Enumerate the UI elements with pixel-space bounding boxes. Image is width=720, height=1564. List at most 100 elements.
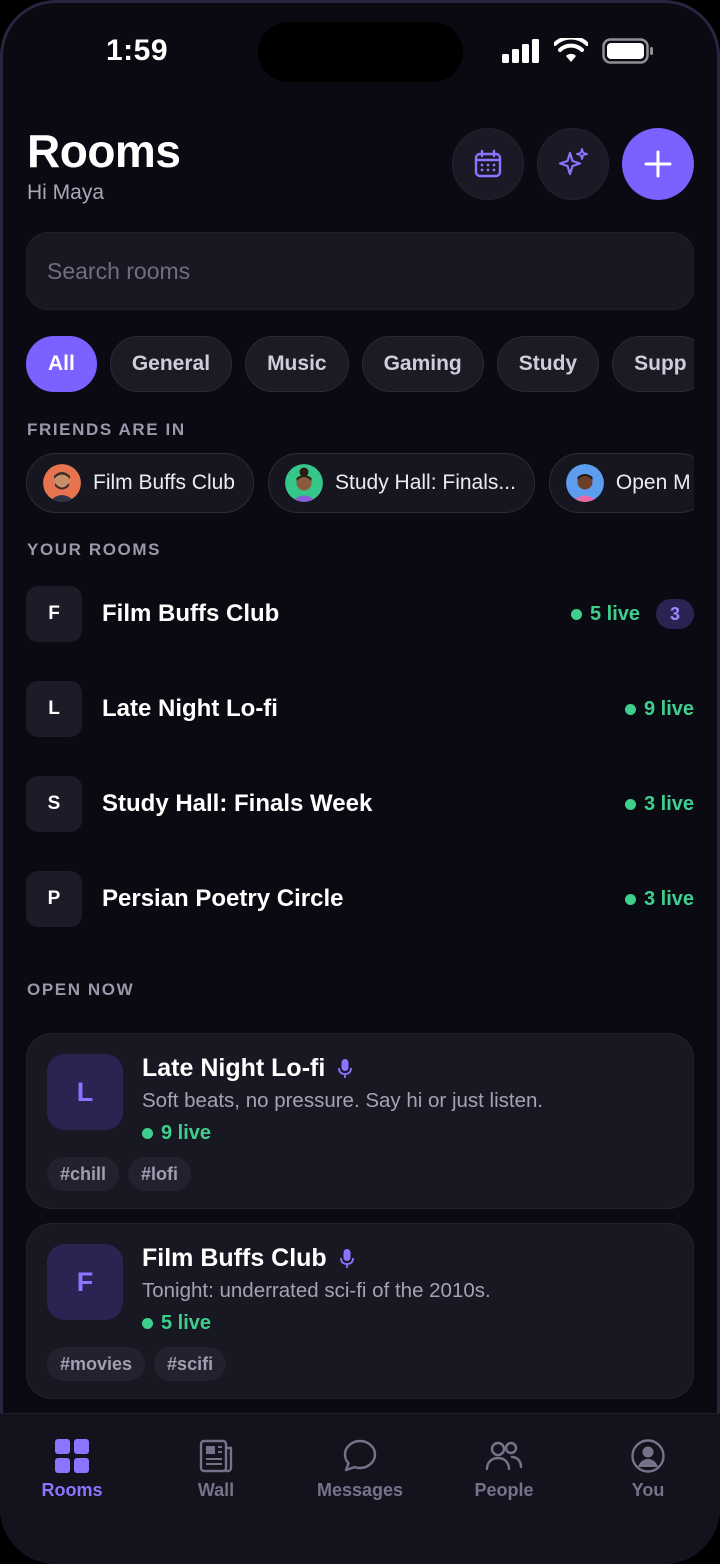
open-room-card[interactable]: F Film Buffs Club Tonight: underrated sc…: [26, 1223, 694, 1399]
discover-button[interactable]: [537, 128, 609, 200]
room-tag[interactable]: #chill: [47, 1157, 120, 1191]
calendar-icon: [474, 149, 502, 178]
nav-tab-rooms[interactable]: Rooms: [0, 1414, 144, 1564]
calendar-button[interactable]: [452, 128, 524, 200]
filter-chip-all[interactable]: All: [26, 336, 97, 392]
avatar: [285, 464, 323, 502]
status-bar: 1:59: [0, 0, 720, 110]
profile-icon: [631, 1439, 665, 1473]
room-card-description: Soft beats, no pressure. Say hi or just …: [142, 1089, 544, 1112]
room-name: Study Hall: Finals Week: [102, 790, 373, 817]
live-count: 3 live: [643, 887, 694, 910]
room-name: Film Buffs Club: [102, 600, 280, 627]
friend-room-chip[interactable]: Study Hall: Finals...: [268, 453, 535, 513]
bottom-nav: Rooms Wall Messages People You: [0, 1413, 720, 1564]
room-letter-tile: F: [26, 586, 82, 642]
nav-label: Messages: [316, 1480, 404, 1500]
room-letter-tile: L: [26, 681, 82, 737]
sparkles-icon: [558, 148, 588, 176]
friend-room-label: Film Buffs Club: [93, 471, 235, 494]
room-tag[interactable]: #movies: [47, 1347, 146, 1381]
filter-chip-support[interactable]: Supp: [612, 336, 694, 392]
room-card-title-text: Late Night Lo-fi: [142, 1054, 326, 1082]
signal-icon: [502, 39, 539, 63]
people-icon: [485, 1441, 523, 1471]
plus-icon: [644, 150, 672, 178]
room-name: Late Night Lo-fi: [102, 695, 278, 722]
live-count: 9 live: [643, 697, 694, 720]
live-indicator: 5 live: [142, 1312, 211, 1335]
page-title: Rooms: [27, 125, 181, 177]
room-letter-tile: S: [26, 776, 82, 832]
live-dot-icon: [624, 703, 636, 715]
room-row[interactable]: F Film Buffs Club 5 live 3: [26, 586, 694, 642]
unread-badge: 3: [656, 599, 694, 629]
nav-label: Rooms: [41, 1480, 103, 1500]
live-indicator: 9 live: [624, 697, 694, 721]
greeting-text: Hi Maya: [27, 181, 105, 204]
chat-icon: [343, 1439, 377, 1472]
microphone-icon: [338, 1058, 353, 1078]
live-indicator: 5 live: [570, 602, 640, 626]
nav-label: People: [474, 1480, 534, 1500]
create-room-button[interactable]: [622, 128, 694, 200]
filter-chip-study[interactable]: Study: [496, 336, 600, 392]
your-rooms-section-title: YOUR ROOMS: [27, 540, 162, 559]
status-icons: [502, 38, 654, 64]
nav-tab-wall[interactable]: Wall: [144, 1414, 288, 1564]
live-dot-icon: [570, 608, 582, 620]
search-input[interactable]: [47, 257, 673, 285]
room-letter-tile: P: [26, 871, 82, 927]
friend-room-chip[interactable]: Film Buffs Club: [26, 453, 254, 513]
room-card-title: Film Buffs Club: [142, 1244, 355, 1273]
live-count: 3 live: [643, 792, 694, 815]
avatar: [43, 464, 81, 502]
room-tag[interactable]: #lofi: [128, 1157, 192, 1191]
room-row[interactable]: P Persian Poetry Circle 3 live: [26, 871, 694, 927]
live-dot-icon: [624, 893, 636, 905]
open-now-section-title: OPEN NOW: [27, 980, 135, 999]
avatar: [565, 464, 604, 502]
room-letter-tile: L: [47, 1054, 123, 1130]
friend-room-label: Open M: [615, 471, 691, 494]
search-bar[interactable]: [26, 232, 694, 310]
grid-icon: [55, 1439, 89, 1473]
nav-tab-messages[interactable]: Messages: [288, 1414, 432, 1564]
nav-label: Wall: [197, 1480, 235, 1500]
room-card-description: Tonight: underrated sci-fi of the 2010s.: [142, 1279, 491, 1302]
friends-rooms-list: Film Buffs Club Study Hall: Finals... Op…: [26, 453, 694, 513]
room-card-title: Late Night Lo-fi: [142, 1054, 353, 1083]
room-row[interactable]: S Study Hall: Finals Week 3 live: [26, 776, 694, 832]
room-tag[interactable]: #scifi: [154, 1347, 227, 1381]
live-indicator: 9 live: [142, 1122, 211, 1145]
filter-chip-general[interactable]: General: [109, 336, 233, 392]
app-screen: 1:59 Rooms Hi Maya Search rooms All Gene…: [0, 0, 720, 1564]
status-time: 1:59: [106, 34, 169, 67]
wifi-icon: [554, 38, 588, 62]
room-tags: #chill #lofi: [47, 1157, 192, 1191]
open-room-card[interactable]: L Late Night Lo-fi Soft beats, no pressu…: [26, 1033, 694, 1209]
newspaper-icon: [199, 1439, 233, 1473]
filter-chips: All General Music Gaming Study Supp: [26, 336, 694, 392]
battery-icon: [602, 38, 653, 64]
nav-tab-you[interactable]: You: [576, 1414, 720, 1564]
room-letter-tile: F: [47, 1244, 123, 1320]
nav-tab-people[interactable]: People: [432, 1414, 576, 1564]
live-count: 9 live: [161, 1122, 212, 1144]
live-dot-icon: [142, 1128, 153, 1139]
microphone-icon: [339, 1248, 354, 1268]
live-count: 5 live: [589, 602, 640, 625]
room-card-title-text: Film Buffs Club: [142, 1244, 327, 1272]
live-count: 5 live: [161, 1312, 212, 1334]
filter-chip-gaming[interactable]: Gaming: [361, 336, 484, 392]
room-name: Persian Poetry Circle: [102, 885, 344, 912]
live-indicator: 3 live: [624, 792, 694, 816]
live-dot-icon: [624, 798, 636, 810]
room-tags: #movies #scifi: [47, 1347, 227, 1381]
room-row[interactable]: L Late Night Lo-fi 9 live: [26, 681, 694, 737]
dynamic-island: [258, 22, 463, 82]
live-indicator: 3 live: [624, 887, 694, 911]
filter-chip-music[interactable]: Music: [245, 336, 349, 392]
friend-room-chip[interactable]: Open M: [548, 453, 694, 513]
friend-room-label: Study Hall: Finals...: [335, 471, 516, 494]
